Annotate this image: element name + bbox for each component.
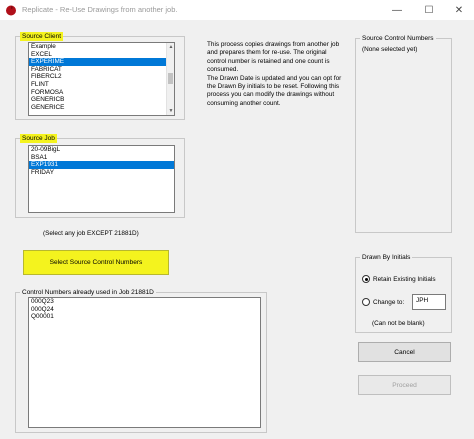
job-hint-text: (Select any job EXCEPT 21881D) bbox=[43, 230, 139, 237]
list-item[interactable]: 20-09BigL bbox=[29, 146, 174, 154]
list-item[interactable]: Example bbox=[29, 43, 174, 51]
source-control-numbers-group: Source Control Numbers bbox=[355, 34, 452, 233]
source-client-listbox[interactable]: Example EXCEL EXPERIME FABRICAT FIBERCL2… bbox=[28, 42, 175, 116]
scroll-thumb[interactable] bbox=[168, 73, 173, 84]
source-client-scrollbar[interactable]: ▲ ▼ bbox=[166, 43, 174, 115]
list-item[interactable]: EXP1931 bbox=[29, 161, 174, 169]
used-control-numbers-label: Control Numbers already used in Job 2188… bbox=[20, 288, 156, 297]
list-item[interactable]: FLINT bbox=[29, 81, 174, 89]
change-initials-label: Change to: bbox=[373, 299, 405, 306]
info-text: This process copies drawings from anothe… bbox=[207, 41, 342, 107]
list-item[interactable]: FRIDAY bbox=[29, 169, 174, 177]
source-job-label: Source Job bbox=[20, 134, 57, 143]
list-item[interactable]: GENERICB bbox=[29, 96, 174, 104]
list-item[interactable]: EXCEL bbox=[29, 51, 174, 59]
source-control-numbers-empty-text: (None selected yet) bbox=[362, 46, 418, 53]
source-client-label: Source Client bbox=[20, 32, 64, 41]
select-source-control-numbers-button[interactable]: Select Source Control Numbers bbox=[23, 250, 169, 275]
retain-initials-radio[interactable] bbox=[362, 275, 370, 283]
initials-note: (Can not be blank) bbox=[372, 320, 425, 327]
scroll-up-icon[interactable]: ▲ bbox=[167, 43, 174, 51]
list-item[interactable]: GENERICE bbox=[29, 104, 174, 112]
initials-input[interactable]: JPH bbox=[412, 294, 446, 310]
list-item[interactable]: 000Q24 bbox=[29, 306, 260, 314]
list-item[interactable]: FABRICAT bbox=[29, 66, 174, 74]
list-item[interactable]: Q00001 bbox=[29, 313, 260, 321]
minimize-icon[interactable]: — bbox=[382, 0, 412, 20]
title-bar[interactable]: Replicate - Re-Use Drawings from another… bbox=[0, 0, 474, 20]
app-icon bbox=[6, 5, 16, 16]
list-item[interactable]: 000Q23 bbox=[29, 298, 260, 306]
retain-initials-label: Retain Existing Initials bbox=[373, 276, 436, 283]
change-initials-radio[interactable] bbox=[362, 298, 370, 306]
cancel-button[interactable]: Cancel bbox=[358, 342, 451, 362]
source-control-numbers-label: Source Control Numbers bbox=[360, 34, 436, 43]
scroll-down-icon[interactable]: ▼ bbox=[167, 107, 174, 115]
maximize-icon[interactable]: ☐ bbox=[414, 0, 444, 20]
source-job-listbox[interactable]: 20-09BigL BSA1 EXP1931 FRIDAY bbox=[28, 145, 175, 213]
list-item[interactable]: EXPERIME bbox=[29, 58, 174, 66]
close-icon[interactable]: ✕ bbox=[444, 0, 474, 20]
drawn-by-initials-label: Drawn By Initials bbox=[360, 253, 413, 262]
list-item[interactable]: FIBERCL2 bbox=[29, 73, 174, 81]
used-control-numbers-listbox[interactable]: 000Q23 000Q24 Q00001 bbox=[28, 297, 261, 428]
proceed-button[interactable]: Proceed bbox=[358, 375, 451, 395]
window-title: Replicate - Re-Use Drawings from another… bbox=[22, 5, 178, 14]
list-item[interactable]: BSA1 bbox=[29, 154, 174, 162]
list-item[interactable]: FORMOSA bbox=[29, 89, 174, 97]
